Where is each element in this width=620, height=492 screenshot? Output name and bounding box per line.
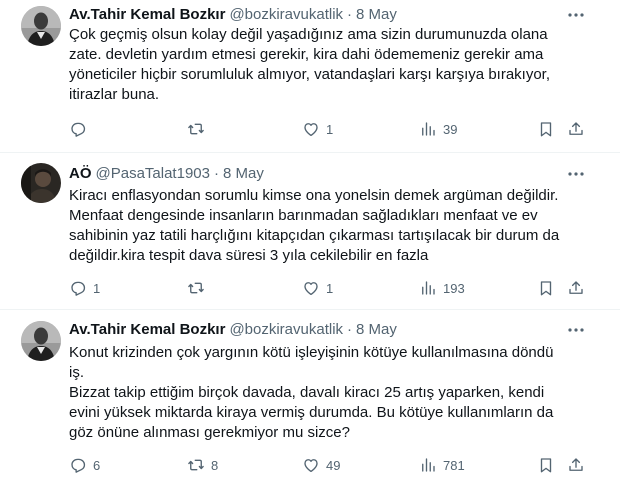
views-icon — [422, 122, 435, 136]
tweet-header: Av.Tahir Kemal Bozkır @bozkiravukatlik ·… — [69, 5, 397, 25]
display-name[interactable]: Av.Tahir Kemal Bozkır — [69, 5, 225, 25]
like-icon — [304, 123, 318, 137]
tweet-text-line: iş. — [69, 364, 84, 381]
bookmark-button[interactable] — [537, 278, 555, 298]
views-button[interactable]: 781 — [419, 455, 465, 475]
like-button[interactable]: 1 — [302, 278, 333, 298]
share-button[interactable] — [567, 278, 585, 298]
separator-dot: · — [347, 6, 353, 23]
like-icon — [304, 459, 318, 473]
tweet-header: Av.Tahir Kemal Bozkır @bozkiravukatlik ·… — [69, 320, 397, 340]
avatar-photo — [21, 6, 61, 46]
tweet-text: Çok geçmiş olsun kolay değil yaşadığınız… — [69, 25, 569, 105]
tweet-text-line: Bizzat takip ettiğim birçok davada, dava… — [69, 384, 545, 401]
bookmark-button[interactable] — [537, 455, 555, 475]
tweet-actions: 1 39 — [69, 119, 589, 139]
display-name[interactable]: AÖ — [69, 164, 92, 184]
separator-dot: · — [213, 165, 219, 182]
reply-count: 1 — [93, 280, 101, 296]
like-count: 1 — [326, 280, 334, 296]
views-icon — [422, 281, 435, 295]
avatar[interactable] — [21, 6, 61, 46]
tweet[interactable]: Av.Tahir Kemal Bozkır @bozkiravukatlik ·… — [0, 310, 620, 492]
retweet-button[interactable]: 8 — [187, 455, 218, 475]
user-handle[interactable]: @PasaTalat1903 — [96, 164, 210, 184]
reply-count: 6 — [93, 457, 101, 473]
tweet-text-line: değildir.kira tespit dava süresi 3 yıla … — [69, 247, 429, 264]
avatar[interactable] — [21, 163, 61, 203]
tweet[interactable]: AÖ @PasaTalat1903 · 8 May Kiracı enflasy… — [0, 153, 620, 307]
user-handle[interactable]: @bozkiravukatlik — [229, 5, 343, 25]
separator-dot: · — [347, 321, 353, 338]
tweet-text-line: itirazlar buna. — [69, 86, 160, 103]
more-horizontal-icon[interactable] — [566, 320, 586, 340]
tweet-actions: 6 8 49 781 — [69, 455, 589, 475]
tweet-header: AÖ @PasaTalat1903 · 8 May — [69, 164, 264, 184]
tweet-text-line: sahibinin yaz tatili harçlığını kitapçıd… — [69, 227, 560, 244]
bookmark-icon — [540, 122, 552, 137]
avatar-photo — [21, 321, 61, 361]
more-horizontal-icon[interactable] — [566, 5, 586, 25]
retweet-button[interactable] — [187, 119, 211, 139]
views-button[interactable]: 39 — [419, 119, 457, 139]
share-button[interactable] — [567, 455, 585, 475]
retweet-icon — [188, 459, 204, 471]
tweet-text: Kiracı enflasyondan sorumlu kimse ona yo… — [69, 186, 569, 266]
share-icon — [569, 122, 583, 135]
like-button[interactable]: 49 — [302, 455, 340, 475]
tweet-date[interactable]: 8 May — [356, 320, 397, 340]
more-horizontal-icon[interactable] — [566, 164, 586, 184]
tweet-text-line: Kiracı enflasyondan sorumlu kimse ona yo… — [69, 187, 559, 204]
like-count: 1 — [326, 121, 334, 137]
tweet-date[interactable]: 8 May — [356, 5, 397, 25]
views-count: 39 — [443, 121, 458, 137]
views-button[interactable]: 193 — [419, 278, 465, 298]
like-count: 49 — [326, 457, 341, 473]
retweet-icon — [188, 282, 204, 294]
retweet-icon — [188, 123, 204, 135]
avatar[interactable] — [21, 321, 61, 361]
reply-icon — [71, 281, 86, 296]
tweet[interactable]: Av.Tahir Kemal Bozkır @bozkiravukatlik ·… — [0, 0, 620, 150]
tweet-text-line: Konut krizinden çok yargının kötü işleyi… — [69, 344, 554, 361]
display-name[interactable]: Av.Tahir Kemal Bozkır — [69, 320, 225, 340]
tweet-text-line: evini yüksek miktarda kiraya vermiş duru… — [69, 404, 554, 421]
reply-icon — [71, 458, 86, 473]
reply-button[interactable] — [69, 119, 93, 139]
tweet-date[interactable]: 8 May — [223, 164, 264, 184]
tweet-text-line: Menfaat dengesinde insanların barınmadan… — [69, 207, 538, 224]
reply-button[interactable]: 6 — [69, 455, 100, 475]
reply-button[interactable]: 1 — [69, 278, 100, 298]
tweet-text-line: zate. devletin yardım etmesi gerekir, ki… — [69, 46, 544, 63]
tweet-text-line: yöneticiler hiçbir sorumluluk almıyor, v… — [69, 66, 551, 83]
share-icon — [569, 458, 583, 471]
views-count: 781 — [443, 457, 465, 473]
share-button[interactable] — [567, 119, 585, 139]
views-icon — [422, 458, 435, 472]
share-icon — [569, 281, 583, 294]
bookmark-button[interactable] — [537, 119, 555, 139]
bookmark-icon — [540, 458, 552, 473]
tweet-text-line: göz önüne alınması gerekmiyor mu sizce? — [69, 424, 350, 441]
user-handle[interactable]: @bozkiravukatlik — [229, 320, 343, 340]
retweet-count: 8 — [211, 457, 219, 473]
tweet-text-line: Çok geçmiş olsun kolay değil yaşadığınız… — [69, 26, 548, 43]
bookmark-icon — [540, 281, 552, 296]
like-button[interactable]: 1 — [302, 119, 333, 139]
views-count: 193 — [443, 280, 465, 296]
reply-icon — [71, 122, 86, 137]
like-icon — [304, 282, 318, 296]
tweet-text: Konut krizinden çok yargının kötü işleyi… — [69, 343, 569, 443]
tweet-actions: 1 1 193 — [69, 278, 589, 298]
retweet-button[interactable] — [187, 278, 211, 298]
avatar-photo — [21, 163, 61, 203]
